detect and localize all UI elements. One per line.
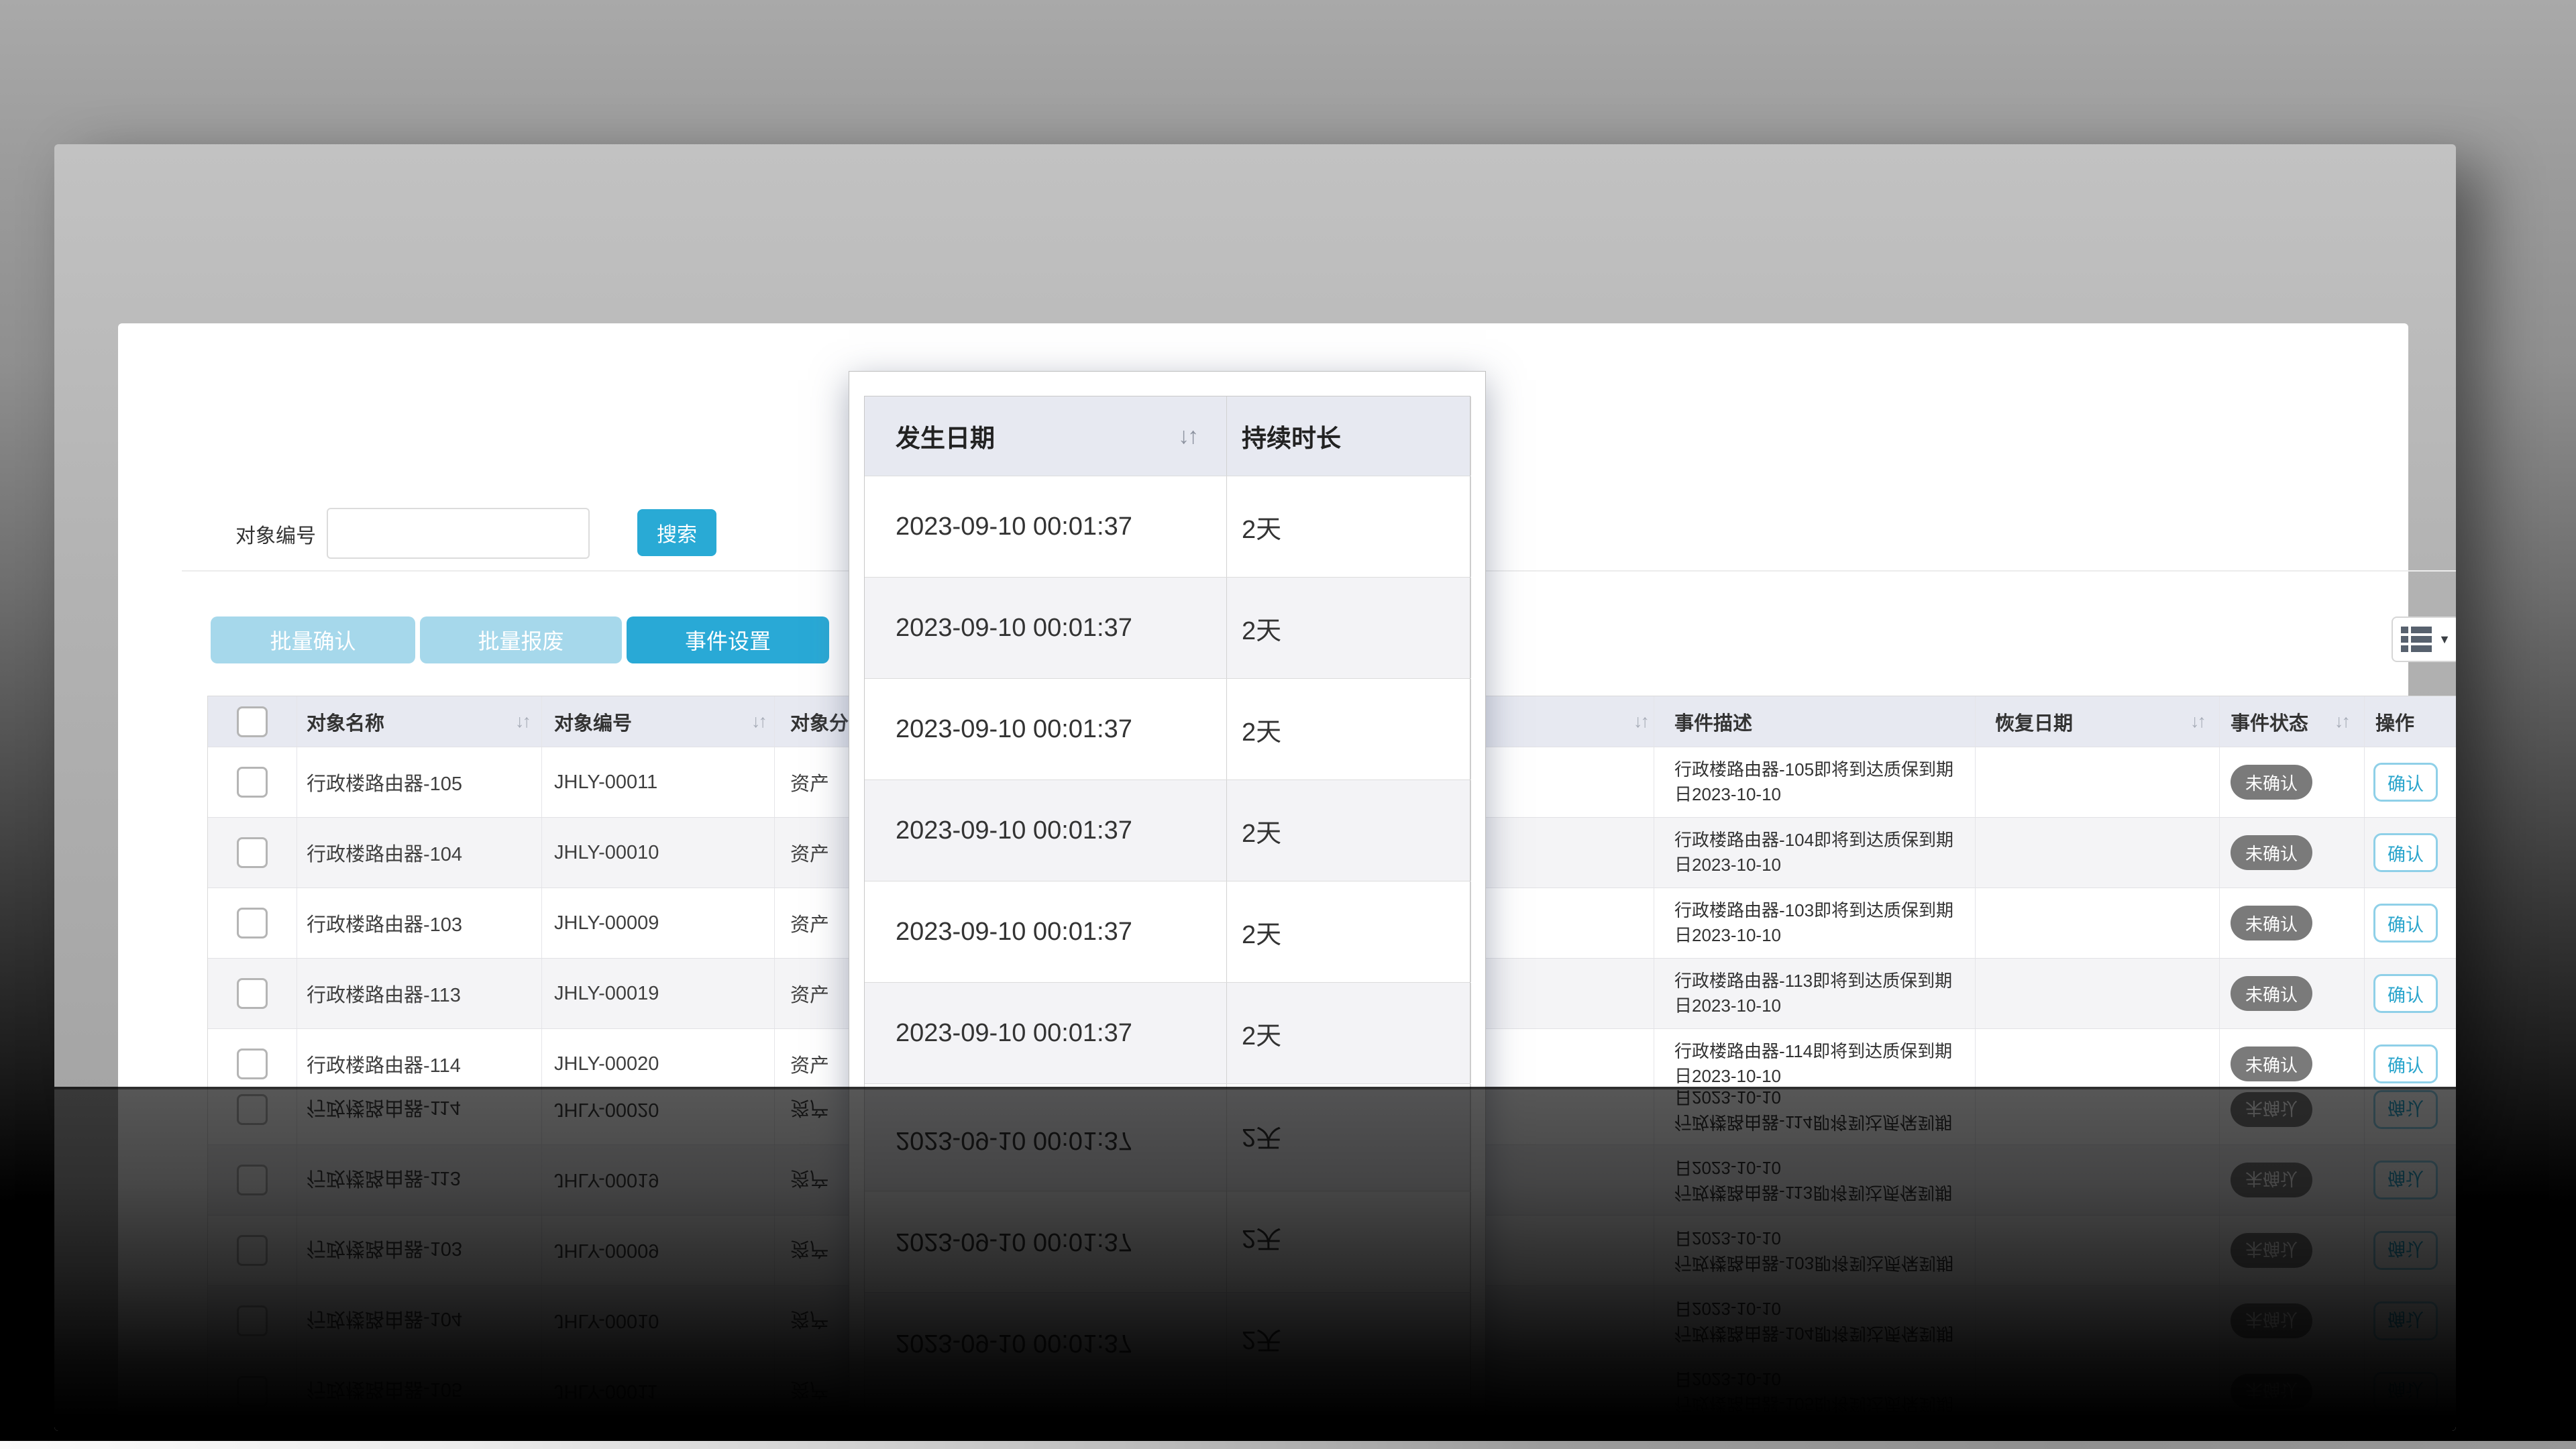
row-checkbox[interactable] — [237, 908, 268, 938]
magnifier-row: 2023-09-10 00:01:37 2天 — [865, 881, 1470, 982]
magnifier-row: 2023-09-10 00:01:37 2天 — [865, 577, 1470, 678]
reflection-cutline — [54, 1087, 2456, 1089]
cell-object-name: 行政楼路由器-104 — [297, 818, 542, 888]
batch-confirm-button[interactable]: 批量确认 — [211, 616, 415, 663]
table-list-icon — [2401, 627, 2432, 652]
confirm-button[interactable]: 确认 — [2373, 904, 2438, 943]
header-occur-date[interactable]: 发生日期↓↑ — [865, 396, 1227, 476]
confirm-button[interactable]: 确认 — [2373, 974, 2438, 1013]
status-badge: 未确认 — [2231, 976, 2312, 1011]
cell-object-code: JHLY-00011 — [542, 747, 775, 817]
cell-duration: 2天 — [1227, 578, 1471, 678]
cell-occur-date: 2023-09-10 00:01:37 — [865, 679, 1227, 780]
header-event-description: 事件描述 — [1654, 696, 1976, 747]
magnifier-row: 2023-09-10 00:01:37 2天 — [865, 982, 1470, 1083]
header-duration: 持续时长 — [1227, 396, 1471, 476]
confirm-button[interactable]: 确认 — [2373, 1044, 2438, 1083]
sort-icon[interactable]: ↓↑ — [515, 711, 529, 732]
status-badge: 未确认 — [2231, 765, 2312, 800]
cell-object-code: JHLY-00010 — [542, 818, 775, 888]
sort-icon[interactable]: ↓↑ — [2190, 711, 2204, 732]
reflection: 对象编号 搜索 批量确认 批量报废 事件设置 ▼ — [54, 1087, 2456, 1431]
cell-event-description: 行政楼路由器-113即将到达质保到期日2023-10-10 — [1674, 969, 1975, 1018]
columns-dropdown-button[interactable]: ▼ — [2392, 616, 2456, 662]
sort-icon[interactable]: ↓↑ — [2334, 711, 2349, 732]
cell-occur-date: 2023-09-10 00:01:37 — [865, 476, 1227, 577]
confirm-button[interactable]: 确认 — [2373, 833, 2438, 872]
status-badge: 未确认 — [2231, 1046, 2312, 1081]
cell-recovery-date — [1976, 747, 2220, 817]
row-checkbox[interactable] — [237, 767, 268, 798]
cell-recovery-date — [1976, 888, 2220, 958]
floor-highlight-strip — [0, 1441, 2576, 1449]
cell-recovery-date — [1976, 818, 2220, 888]
header-event-status[interactable]: 事件状态↓↑ — [2220, 696, 2365, 747]
cell-occur-date: 2023-09-10 00:01:37 — [865, 881, 1227, 982]
cell-occur-date: 2023-09-10 00:01:37 — [865, 578, 1227, 678]
cell-duration: 2天 — [1227, 780, 1471, 881]
reflection-shade — [54, 1087, 2456, 1431]
search-button[interactable]: 搜索 — [637, 509, 716, 556]
cell-object-code: JHLY-00009 — [542, 888, 775, 958]
cell-event-description: 行政楼路由器-103即将到达质保到期日2023-10-10 — [1674, 898, 1975, 948]
header-object-code[interactable]: 对象编号↓↑ — [542, 696, 775, 747]
object-code-label: 对象编号 — [235, 519, 316, 549]
sort-icon[interactable]: ↓↑ — [1178, 423, 1197, 449]
magnifier-row: 2023-09-10 00:01:37 2天 — [865, 678, 1470, 780]
batch-scrap-button[interactable]: 批量报废 — [420, 616, 622, 663]
cell-object-name: 行政楼路由器-103 — [297, 888, 542, 958]
cell-object-name: 行政楼路由器-113 — [297, 959, 542, 1028]
magnifier-table: 发生日期↓↑ 持续时长 2023-09-10 00:01:37 2天 2023-… — [864, 396, 1470, 1185]
magnifier-row: 2023-09-10 00:01:37 2天 — [865, 476, 1470, 577]
cell-occur-date: 2023-09-10 00:01:37 — [865, 780, 1227, 881]
magnifier-row: 2023-09-10 00:01:37 2天 — [865, 780, 1470, 881]
header-recovery-date[interactable]: 恢复日期↓↑ — [1976, 696, 2220, 747]
row-checkbox[interactable] — [237, 837, 268, 868]
cell-duration: 2天 — [1227, 881, 1471, 982]
header-action: 操作 — [2365, 696, 2456, 747]
cell-event-description: 行政楼路由器-105即将到达质保到期日2023-10-10 — [1674, 757, 1975, 807]
screenshot-stage: 对象编号 搜索 批量确认 批量报废 事件设置 ▼ — [0, 0, 2576, 1449]
row-checkbox[interactable] — [237, 978, 268, 1009]
select-all-checkbox[interactable] — [237, 706, 268, 737]
header-object-name[interactable]: 对象名称↓↑ — [297, 696, 542, 747]
cell-recovery-date — [1976, 959, 2220, 1028]
cell-event-description: 行政楼路由器-104即将到达质保到期日2023-10-10 — [1674, 828, 1975, 877]
cell-object-name: 行政楼路由器-105 — [297, 747, 542, 817]
row-checkbox[interactable] — [237, 1049, 268, 1079]
slide-card: 对象编号 搜索 批量确认 批量报废 事件设置 ▼ — [54, 144, 2456, 1431]
sort-icon[interactable]: ↓↑ — [1633, 711, 1648, 732]
caret-down-icon: ▼ — [2438, 633, 2451, 645]
object-code-input[interactable] — [327, 508, 590, 559]
cell-occur-date: 2023-09-10 00:01:37 — [865, 983, 1227, 1083]
header-select-cell — [208, 696, 297, 747]
status-badge: 未确认 — [2231, 906, 2312, 941]
status-badge: 未确认 — [2231, 835, 2312, 870]
cell-object-code: JHLY-00019 — [542, 959, 775, 1028]
cell-event-description: 行政楼路由器-114即将到达质保到期日2023-10-10 — [1674, 1039, 1975, 1089]
confirm-button[interactable]: 确认 — [2373, 763, 2438, 802]
event-settings-button[interactable]: 事件设置 — [627, 616, 829, 663]
cell-duration: 2天 — [1227, 476, 1471, 577]
cell-duration: 2天 — [1227, 679, 1471, 780]
sort-icon[interactable]: ↓↑ — [751, 711, 765, 732]
magnifier-header-row: 发生日期↓↑ 持续时长 — [865, 396, 1470, 476]
date-duration-magnifier-panel: 发生日期↓↑ 持续时长 2023-09-10 00:01:37 2天 2023-… — [849, 371, 1486, 1195]
cell-duration: 2天 — [1227, 983, 1471, 1083]
